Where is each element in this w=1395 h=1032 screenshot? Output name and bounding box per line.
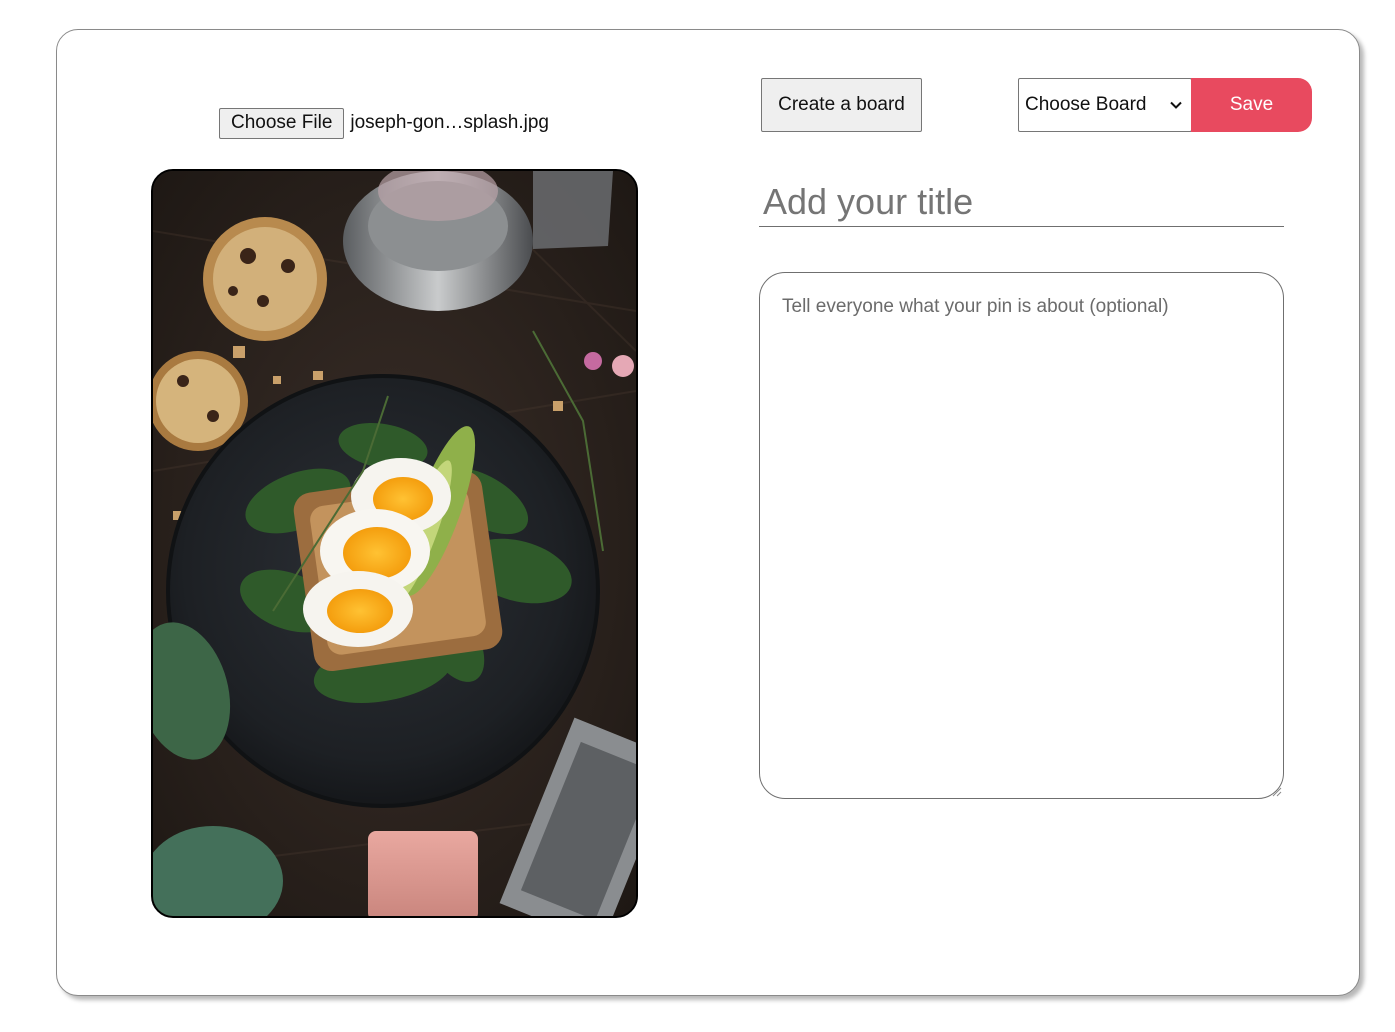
board-select-dropdown[interactable]: Choose Board [1018, 78, 1192, 132]
choose-file-button[interactable]: Choose File [219, 107, 345, 139]
file-picker[interactable]: Choose File joseph-gon…splash.jpg [219, 107, 549, 139]
food-photo-illustration [153, 171, 636, 916]
pin-image-preview [151, 169, 638, 918]
chevron-down-icon [1170, 101, 1182, 109]
save-button[interactable]: Save [1191, 78, 1312, 132]
board-select-value: Choose Board [1025, 94, 1147, 115]
resize-handle-icon[interactable] [1270, 785, 1282, 797]
selected-file-name: joseph-gon…splash.jpg [350, 112, 549, 133]
pin-title-input[interactable] [759, 178, 1284, 227]
create-board-button[interactable]: Create a board [761, 78, 922, 132]
pin-description-textarea[interactable] [759, 272, 1284, 799]
